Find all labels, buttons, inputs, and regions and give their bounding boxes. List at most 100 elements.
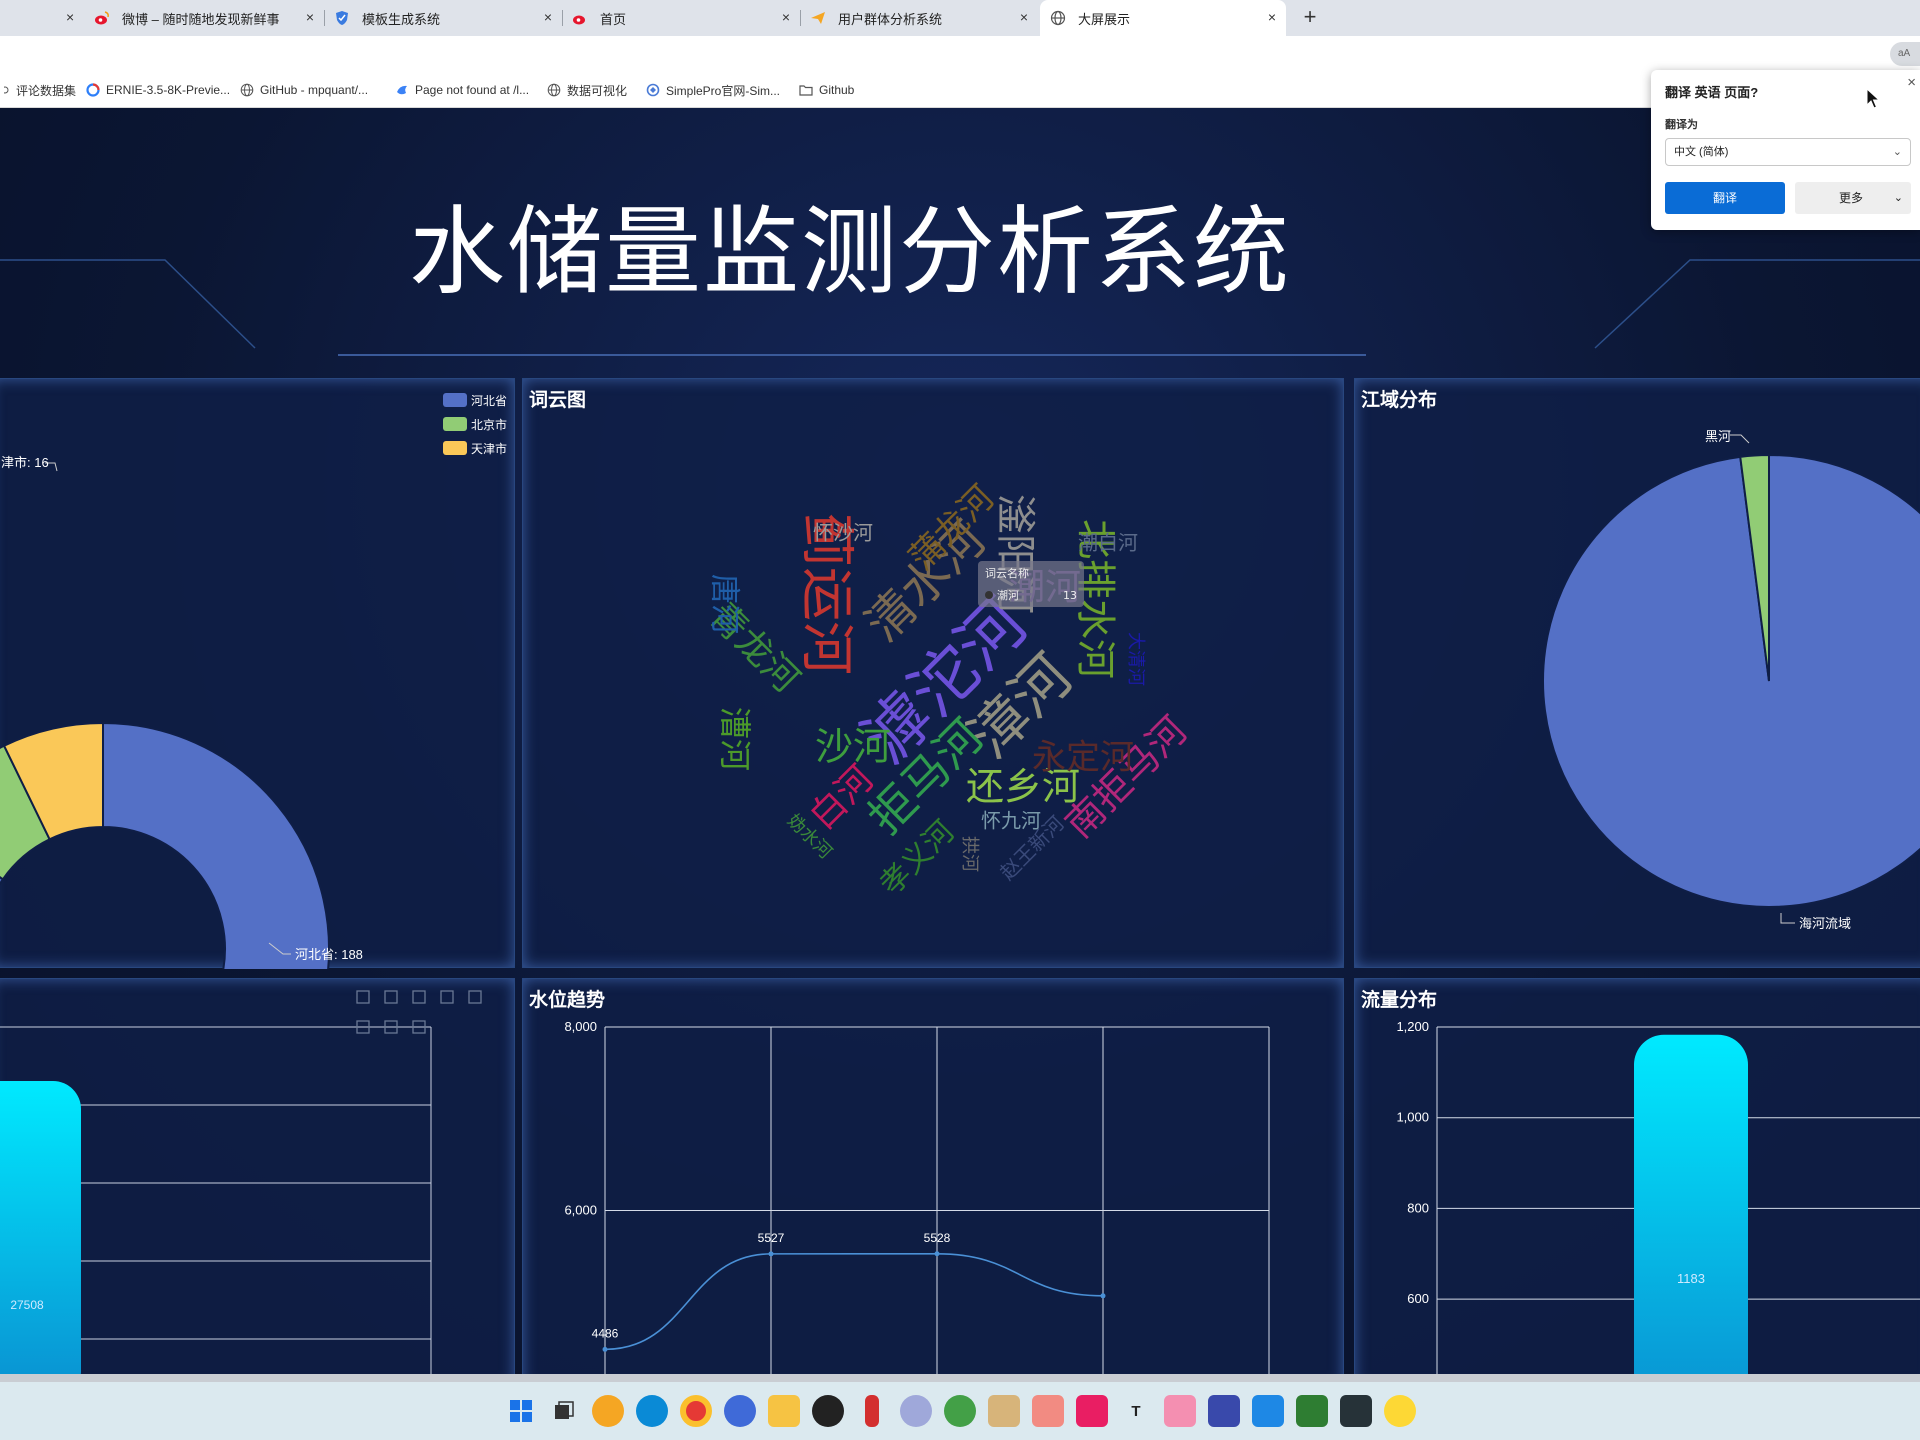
more-button[interactable]: 更多 ⌄ [1795, 182, 1911, 214]
wordcloud-word: 唐河 [707, 574, 742, 634]
bookmark-label: SimplePro官网-Sim... [666, 83, 781, 98]
tab-close-button[interactable]: × [66, 9, 74, 25]
bookmark-item[interactable]: 数据可视化 [547, 72, 627, 108]
language-select[interactable]: 中文 (简体) ⌄ [1665, 138, 1911, 166]
legend-swatch [443, 393, 467, 407]
chrome-browser-icon[interactable] [680, 1395, 712, 1427]
task-view-icon[interactable] [548, 1395, 580, 1427]
wordcloud-chart: 滹沱河漳河蓟运河清水河拒马河北排水河滏阳河南拒马河还乡河沙河青龙河白河潮河蒲龙河… [701, 478, 1195, 903]
edge-browser-icon[interactable] [636, 1395, 668, 1427]
bookmark-item[interactable]: GitHub - mpquant/... [240, 72, 368, 108]
bookmark-item[interactable]: Page not found at /l... [395, 72, 529, 108]
translate-popup-title: 翻译 英语 页面? [1665, 85, 1759, 100]
title-underline [338, 354, 1366, 356]
app-yellow-icon[interactable] [1384, 1395, 1416, 1427]
bookmark-item[interactable]: ERNIE-3.5-8K-Previe... [86, 72, 230, 108]
tooltip-value: 13 [1063, 589, 1077, 602]
bookmark-label: Page not found at /l... [415, 83, 530, 97]
tab-title: 模板生成系统 [362, 11, 441, 27]
tab-weibo[interactable]: 微博 – 随时随地发现新鲜事 × [84, 0, 324, 36]
legend-label: 河北省 [471, 394, 507, 408]
weibo-icon [572, 10, 588, 26]
left-bar-chart: 27508 [0, 990, 482, 1374]
ernie-icon [86, 83, 100, 97]
chevron-down-icon: ⌄ [1892, 146, 1902, 158]
qq-icon[interactable] [812, 1395, 844, 1427]
slice-label: 河北省: 188 [295, 947, 363, 962]
line-point [1100, 1293, 1106, 1299]
app-blue-icon[interactable] [1252, 1395, 1284, 1427]
tab-title: 用户群体分析系统 [838, 11, 943, 27]
wordcloud-word: 漕河 [716, 707, 754, 771]
bookmark-label: 评论数据集 [16, 83, 77, 98]
app-circle-icon[interactable] [724, 1395, 756, 1427]
language-select-value: 中文 (简体) [1674, 146, 1729, 158]
tab-home[interactable]: 首页 × [562, 0, 800, 36]
line-point [768, 1251, 774, 1257]
bar-data-label: 1183 [1677, 1271, 1705, 1286]
close-icon[interactable]: × [1907, 74, 1916, 91]
y-tick-label: 1,200 [1396, 1019, 1429, 1034]
address-bar[interactable]: aA [0, 36, 1920, 72]
network-app-icon[interactable] [900, 1395, 932, 1427]
mouse-cursor-icon [1866, 88, 1880, 109]
tooltip-series: 词云名称 [985, 566, 1029, 580]
y-tick-label: 1,000 [1396, 1110, 1429, 1125]
translate-button[interactable]: 翻译 [1665, 182, 1785, 214]
tab-user-group-analysis[interactable]: 用户群体分析系统 × [800, 0, 1038, 36]
bookmark-item[interactable]: 评论数据集 [4, 72, 76, 108]
pycharm-icon[interactable] [1296, 1395, 1328, 1427]
shield-icon [334, 10, 350, 26]
bookmark-item[interactable]: SimplePro官网-Sim... [646, 72, 780, 108]
more-button-label: 更多 [1839, 191, 1864, 205]
y-tick-label: 8,000 [564, 1019, 597, 1034]
basin-pie-panel: 江域分布 黑河 海河流域 [1354, 378, 1920, 968]
water-level-panel: 水位趋势 4,0006,0008,000448655275528 [522, 978, 1344, 1374]
wordcloud-word: 潮白河 [1078, 531, 1138, 555]
paper-plane-icon [810, 10, 826, 26]
province-pie-chart: 河北省北京市天津市津市: 16 河北省: 188 [0, 393, 507, 969]
tab-close-button[interactable]: × [1020, 9, 1028, 25]
app-translate-icon[interactable] [1208, 1395, 1240, 1427]
tab-template-system[interactable]: 模板生成系统 × [324, 0, 562, 36]
dashboard: 水储量监测分析系统 河北省 北京市 天津市 津市: 16 河北省: 188 词云图 滹沱… [0, 108, 1920, 1374]
notepad-app-icon[interactable] [988, 1395, 1020, 1427]
legend-label: 天津市 [471, 441, 507, 456]
tab-big-screen[interactable]: 大屏展示 × [1040, 0, 1286, 36]
app-pink-icon[interactable] [1076, 1395, 1108, 1427]
tab-close-button[interactable]: × [1268, 9, 1276, 25]
terminal-icon[interactable] [1340, 1395, 1372, 1427]
label-line [1730, 434, 1750, 444]
water-level-chart: 4,0006,0008,000448655275528 [564, 1019, 1270, 1374]
toolbox-icon [356, 990, 370, 1004]
typora-icon[interactable]: T [1120, 1395, 1152, 1427]
chevron-down-icon: ⌄ [1893, 192, 1903, 204]
bar [1634, 1034, 1748, 1374]
pie-slice [1542, 453, 1920, 908]
bird-icon [395, 83, 409, 97]
security-app-icon[interactable] [592, 1395, 624, 1427]
tab-close-button[interactable]: × [544, 9, 552, 25]
green-app-icon[interactable] [944, 1395, 976, 1427]
new-tab-button[interactable]: + [1296, 4, 1324, 32]
tab-close-button[interactable]: × [306, 9, 314, 25]
app-red-icon[interactable] [865, 1395, 879, 1427]
reader-mode-button[interactable]: aA [1890, 42, 1920, 66]
windows-start-icon[interactable] [505, 1395, 537, 1427]
tab-close-button[interactable]: × [782, 9, 790, 25]
horizontal-scrollbar[interactable] [0, 1374, 1920, 1382]
wechat-icon[interactable] [1032, 1395, 1064, 1427]
browser-tab-strip: × 微博 – 随时随地发现新鲜事 × 模板生成系统 × 首页 × 用户群体分析系… [0, 0, 1920, 36]
line-series [604, 1252, 1104, 1351]
slice-label: 津市: 16 [1, 455, 49, 470]
bookmark-label: 数据可视化 [567, 83, 628, 98]
app-search-icon[interactable] [1164, 1395, 1196, 1427]
bookmark-item[interactable]: Github [799, 72, 854, 108]
label-line [1780, 913, 1795, 924]
legend-swatch [443, 417, 467, 431]
folder-icon [799, 83, 813, 97]
y-tick-label: 600 [1407, 1291, 1429, 1306]
toolbox-icon [440, 990, 454, 1004]
file-explorer-icon[interactable] [768, 1395, 800, 1427]
basin-pie-chart: 黑河海河流域 [1542, 429, 1920, 931]
